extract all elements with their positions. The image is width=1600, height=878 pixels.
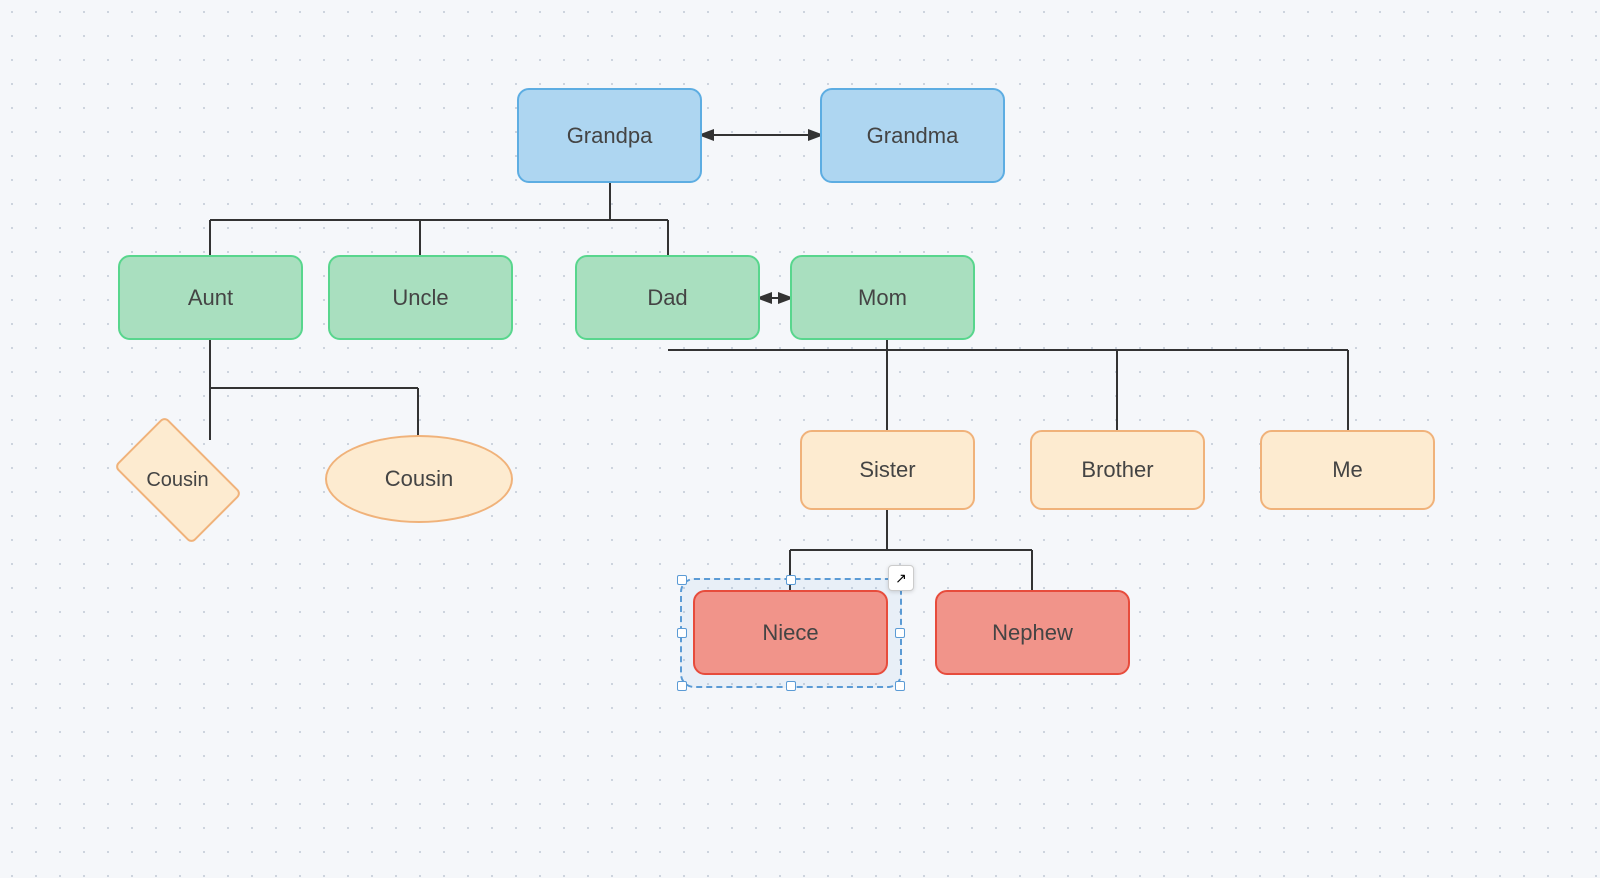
mom-label: Mom xyxy=(858,285,907,311)
sister-label: Sister xyxy=(859,457,915,483)
nephew-node[interactable]: Nephew xyxy=(935,590,1130,675)
cousin2-label: Cousin xyxy=(385,466,453,492)
aunt-label: Aunt xyxy=(188,285,233,311)
niece-label: Niece xyxy=(762,620,818,646)
brother-node[interactable]: Brother xyxy=(1030,430,1205,510)
resize-handle-mr[interactable] xyxy=(895,628,905,638)
cousin1-node[interactable]: Cousin xyxy=(105,430,250,530)
nephew-label: Nephew xyxy=(992,620,1073,646)
context-menu-icon[interactable]: ↗ xyxy=(888,565,914,591)
resize-handle-tm[interactable] xyxy=(786,575,796,585)
mom-node[interactable]: Mom xyxy=(790,255,975,340)
aunt-node[interactable]: Aunt xyxy=(118,255,303,340)
uncle-node[interactable]: Uncle xyxy=(328,255,513,340)
grandma-label: Grandma xyxy=(867,123,959,149)
me-node[interactable]: Me xyxy=(1260,430,1435,510)
diagram-canvas[interactable]: Grandpa Grandma Aunt Uncle Dad Mom Cousi… xyxy=(0,0,1600,878)
grandpa-label: Grandpa xyxy=(567,123,653,149)
resize-handle-ml[interactable] xyxy=(677,628,687,638)
niece-node[interactable]: Niece xyxy=(693,590,888,675)
resize-handle-tl[interactable] xyxy=(677,575,687,585)
sister-node[interactable]: Sister xyxy=(800,430,975,510)
uncle-label: Uncle xyxy=(392,285,448,311)
cousin2-node[interactable]: Cousin xyxy=(325,435,513,523)
me-label: Me xyxy=(1332,457,1363,483)
cousin1-label: Cousin xyxy=(146,469,208,492)
dad-label: Dad xyxy=(647,285,687,311)
resize-handle-br[interactable] xyxy=(895,681,905,691)
dad-node[interactable]: Dad xyxy=(575,255,760,340)
resize-handle-bm[interactable] xyxy=(786,681,796,691)
grandpa-node[interactable]: Grandpa xyxy=(517,88,702,183)
brother-label: Brother xyxy=(1081,457,1153,483)
resize-handle-bl[interactable] xyxy=(677,681,687,691)
grandma-node[interactable]: Grandma xyxy=(820,88,1005,183)
